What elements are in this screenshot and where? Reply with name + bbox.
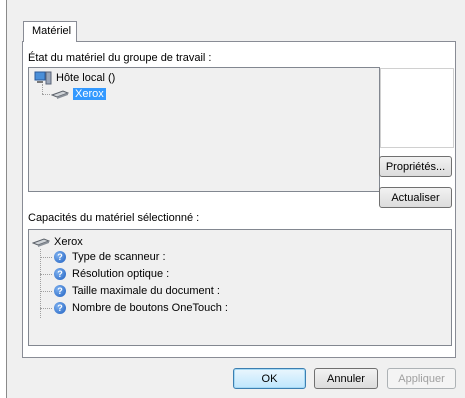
apply-button-label: Appliquer — [398, 372, 445, 385]
host-label: Hôte local () — [56, 72, 116, 84]
properties-button-label: Propriétés... — [385, 160, 446, 173]
tab-label: Matériel — [32, 25, 72, 37]
help-icon: ? — [54, 268, 66, 280]
apply-button[interactable]: Appliquer — [387, 368, 456, 389]
cancel-button-label: Annuler — [327, 372, 365, 385]
capability-label: Résolution optique : — [72, 268, 170, 280]
capabilities-device: Xerox — [32, 234, 83, 250]
help-icon: ? — [54, 251, 66, 263]
capability-label: Taille maximale du document : — [72, 285, 220, 297]
capability-item: ? Résolution optique : — [54, 266, 169, 282]
capability-label: Nombre de boutons OneTouch : — [72, 302, 228, 314]
device-label-selected: Xerox — [73, 88, 106, 100]
tree-connector — [42, 94, 50, 95]
refresh-button-label: Actualiser — [391, 191, 440, 204]
capability-label: Type de scanneur : — [72, 251, 166, 263]
properties-button[interactable]: Propriétés... — [379, 156, 452, 177]
tree-item-device[interactable]: Xerox — [51, 86, 106, 102]
tree-connector — [40, 291, 52, 292]
tree-item-host[interactable]: Hôte local () — [34, 70, 115, 86]
computer-icon — [34, 71, 52, 85]
refresh-button[interactable]: Actualiser — [379, 187, 452, 208]
help-icon: ? — [54, 302, 66, 314]
device-preview-image — [380, 68, 454, 148]
ok-button-label: OK — [261, 372, 278, 385]
capabilities-device-label: Xerox — [54, 236, 83, 248]
tree-connector — [40, 274, 52, 275]
tree-connector — [40, 257, 52, 258]
capabilities-tree[interactable]: Xerox ? Type de scanneur : ? Résolution … — [28, 229, 452, 346]
capabilities-label: Capacités du matériel sélectionné : — [28, 212, 200, 224]
capability-item: ? Type de scanneur : — [54, 249, 166, 265]
tree-connector — [42, 84, 43, 94]
tab-panel: État du matériel du groupe de travail : … — [22, 41, 456, 358]
tab-materiel[interactable]: Matériel — [23, 21, 77, 42]
workgroup-label: État du matériel du groupe de travail : — [28, 52, 212, 64]
hardware-properties-window: Matériel État du matériel du groupe de t… — [6, 0, 465, 398]
cancel-button[interactable]: Annuler — [314, 368, 378, 389]
ok-button[interactable]: OK — [233, 368, 306, 389]
help-icon: ? — [54, 285, 66, 297]
capability-item: ? Nombre de boutons OneTouch : — [54, 300, 228, 316]
scanner-icon — [51, 90, 69, 99]
tree-connector — [40, 308, 52, 309]
scanner-icon — [32, 238, 50, 247]
workgroup-tree[interactable]: Hôte local () Xerox — [28, 67, 380, 192]
capability-item: ? Taille maximale du document : — [54, 283, 220, 299]
